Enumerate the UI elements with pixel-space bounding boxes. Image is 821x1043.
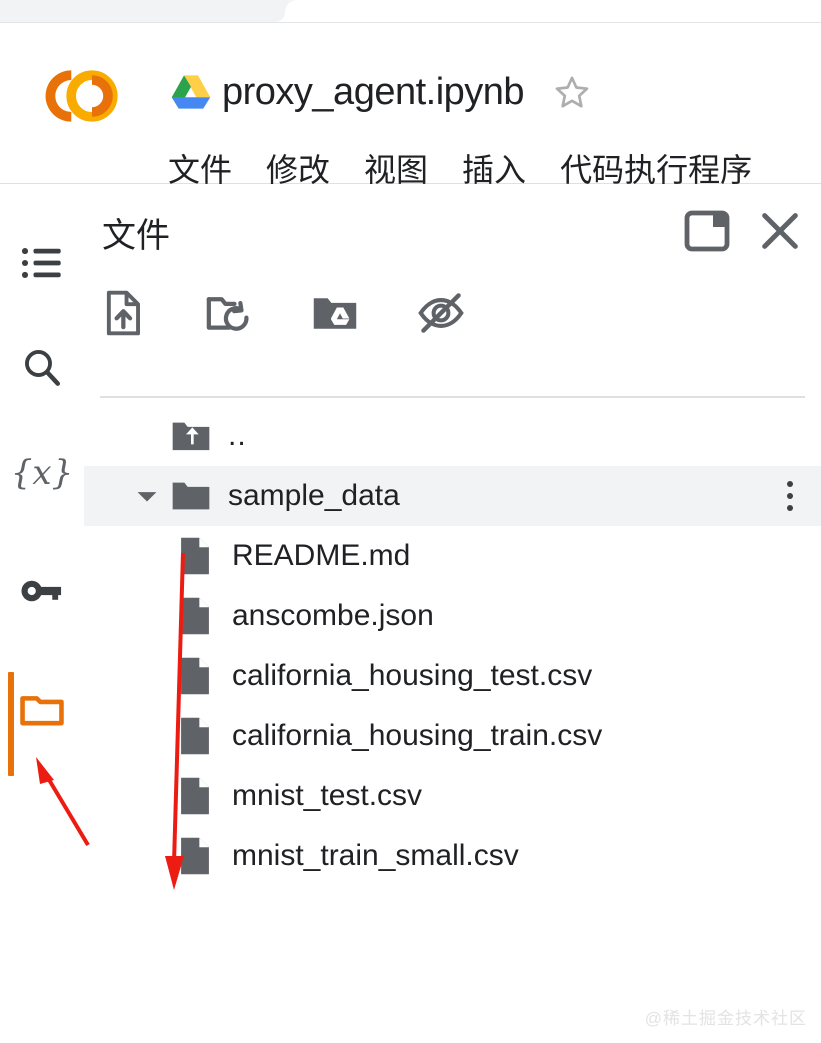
mount-drive-icon — [313, 298, 357, 329]
list-icon — [21, 248, 61, 278]
file-icon-wrap — [172, 776, 218, 816]
file-icon — [181, 657, 209, 695]
folder-icon — [20, 696, 64, 726]
file-icon-wrap — [172, 536, 218, 576]
files-panel-title: 文件 — [102, 217, 170, 255]
mount-drive-button[interactable] — [310, 288, 360, 338]
file-icon — [181, 537, 209, 575]
activity-bar: {x} — [0, 184, 84, 1043]
parent-folder-icon-wrap — [168, 419, 214, 453]
sidebar-item-search[interactable] — [0, 330, 84, 404]
file-tree: .. sample_data README.md anscombe.json c… — [84, 406, 821, 886]
file-icon-wrap — [172, 596, 218, 636]
toggle-hidden-files-button[interactable] — [416, 288, 466, 338]
folder-filled-icon — [172, 482, 210, 510]
upload-file-icon — [106, 290, 140, 336]
eye-off-icon — [418, 293, 464, 333]
tree-row-file[interactable]: README.md — [84, 526, 821, 586]
page-title[interactable]: proxy_agent.ipynb — [222, 71, 525, 114]
tree-row-file[interactable]: mnist_test.csv — [84, 766, 821, 826]
document-title-row: proxy_agent.ipynb — [170, 61, 592, 123]
chevron-down-icon — [137, 492, 157, 502]
tree-row-sample-data[interactable]: sample_data — [84, 466, 821, 526]
file-icon — [181, 777, 209, 815]
colab-logo[interactable] — [28, 65, 124, 127]
parent-folder-icon — [172, 422, 210, 451]
tree-row-label: mnist_train_small.csv — [232, 839, 519, 872]
file-icon — [181, 597, 209, 635]
refresh-folder-button[interactable] — [204, 288, 254, 338]
tree-row-label: california_housing_train.csv — [232, 719, 603, 752]
variables-icon: {x} — [10, 453, 74, 493]
files-panel-header: 文件 — [84, 184, 821, 280]
star-icon[interactable] — [552, 72, 592, 112]
colab-header: proxy_agent.ipynb 文件 修改 视图 插入 代码执行程序 — [0, 23, 821, 188]
tree-row-file[interactable]: california_housing_train.csv — [84, 706, 821, 766]
folder-filled-icon-wrap — [168, 480, 214, 512]
tree-row-file[interactable]: mnist_train_small.csv — [84, 826, 821, 886]
sidebar-item-table-of-contents[interactable] — [0, 226, 84, 300]
tree-row-label: california_housing_test.csv — [232, 659, 593, 692]
file-icon-wrap — [172, 836, 218, 876]
file-icon-wrap — [172, 716, 218, 756]
toolbar-divider — [100, 396, 805, 398]
sidebar-item-files[interactable] — [0, 672, 84, 746]
key-icon — [21, 580, 62, 602]
file-icon — [181, 837, 209, 875]
file-icon — [181, 717, 209, 755]
row-more-options-icon[interactable] — [775, 478, 805, 514]
browser-tab[interactable] — [275, 0, 821, 22]
files-toolbar — [98, 288, 466, 338]
tree-row-parent[interactable]: .. — [84, 406, 821, 466]
tree-row-file[interactable]: california_housing_test.csv — [84, 646, 821, 706]
tree-row-label: anscombe.json — [232, 599, 434, 632]
files-panel: 文件 .. sample_data README.md anscombe.jso… — [84, 184, 821, 1043]
upload-file-button[interactable] — [98, 288, 148, 338]
search-icon — [25, 350, 61, 386]
tree-row-label: README.md — [232, 539, 411, 572]
refresh-folder-icon — [206, 297, 249, 331]
browser-tab-strip — [0, 0, 821, 23]
tree-row-label: sample_data — [228, 479, 400, 512]
close-icon[interactable] — [757, 208, 803, 254]
google-drive-icon — [171, 75, 211, 109]
sidebar-item-variables[interactable]: {x} — [0, 436, 84, 510]
chevron-down-icon-wrap[interactable] — [126, 488, 168, 504]
sidebar-item-secrets[interactable] — [0, 554, 84, 628]
tree-row-file[interactable]: anscombe.json — [84, 586, 821, 646]
file-icon-wrap — [172, 656, 218, 696]
tree-row-label: mnist_test.csv — [232, 779, 423, 812]
files-panel-actions — [683, 208, 803, 254]
watermark: @稀土掘金技术社区 — [644, 1009, 807, 1028]
panel-dock-icon[interactable] — [683, 208, 731, 254]
tree-row-label: .. — [228, 419, 247, 452]
